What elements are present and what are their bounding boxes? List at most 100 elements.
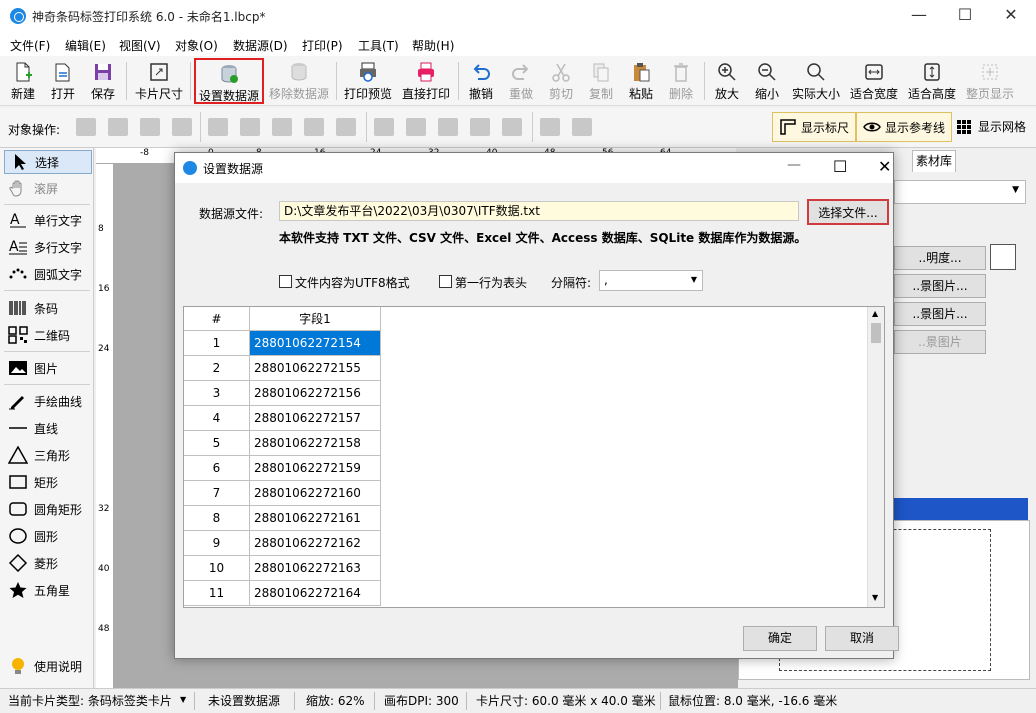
align-center-icon[interactable] xyxy=(240,118,260,136)
grid-header-field1[interactable]: 字段1 xyxy=(250,307,381,331)
align-middle-icon[interactable] xyxy=(406,118,426,136)
align-top-icon[interactable] xyxy=(374,118,394,136)
show-guides-toggle[interactable]: 显示参考线 xyxy=(856,112,953,142)
ungroup-icon[interactable] xyxy=(572,118,592,136)
menu-tools[interactable]: 工具(T) xyxy=(358,37,399,54)
maximize-button[interactable]: ☐ xyxy=(833,157,847,176)
grid-row-index[interactable]: 1 xyxy=(184,331,250,356)
show-ruler-toggle[interactable]: 显示标尺 xyxy=(772,112,857,142)
tool-ellipse[interactable]: 圆形 xyxy=(4,524,92,548)
tool-image[interactable]: 图片 xyxy=(4,356,92,380)
file-path-field[interactable]: D:\文章发布平台\2022\03月\0307\ITF数据.txt xyxy=(279,201,799,221)
tool-arc-text[interactable]: 圆弧文字 xyxy=(4,262,92,286)
maximize-button[interactable]: ☐ xyxy=(942,0,988,32)
space-v-icon[interactable] xyxy=(502,118,522,136)
grid-cell-field1[interactable]: 28801062272164 xyxy=(250,581,381,606)
show-grid-toggle[interactable]: 显示网格 xyxy=(956,118,1026,135)
grid-cell-field1[interactable]: 28801062272155 xyxy=(250,356,381,381)
grid-row-index[interactable]: 9 xyxy=(184,531,250,556)
close-button[interactable]: ✕ xyxy=(988,0,1034,32)
tool-qrcode[interactable]: 二维码 xyxy=(4,323,92,347)
separator-select[interactable]: , ▼ xyxy=(599,270,703,291)
layer-down-icon[interactable] xyxy=(172,118,192,136)
send-back-icon[interactable] xyxy=(108,118,128,136)
redo-button[interactable]: 重做 xyxy=(506,58,536,104)
status-card-type[interactable]: 当前卡片类型: 条码标签类卡片 xyxy=(8,692,172,709)
grid-cell-field1[interactable]: 28801062272159 xyxy=(250,456,381,481)
grid-cell-field1[interactable]: 28801062272157 xyxy=(250,406,381,431)
tool-select[interactable]: 选择 xyxy=(4,150,92,174)
grid-row-index[interactable]: 8 xyxy=(184,506,250,531)
undo-button[interactable]: 撤销 xyxy=(466,58,496,104)
grid-cell-field1[interactable]: 28801062272160 xyxy=(250,481,381,506)
grid-row-index[interactable]: 7 xyxy=(184,481,250,506)
menu-file[interactable]: 文件(F) xyxy=(10,37,50,54)
utf8-checkbox[interactable] xyxy=(279,275,292,288)
bring-front-icon[interactable] xyxy=(76,118,96,136)
grid-cell-field1[interactable]: 28801062272156 xyxy=(250,381,381,406)
choose-file-button[interactable]: 选择文件... xyxy=(807,199,889,225)
property-select[interactable]: ▼ xyxy=(894,180,1026,204)
bg-image-button-1[interactable]: ..景图片... xyxy=(894,274,986,298)
actual-size-button[interactable]: 实际大小 xyxy=(790,58,842,104)
tool-single-text[interactable]: A 单行文字 xyxy=(4,208,92,232)
save-button[interactable]: 保存 xyxy=(86,58,120,104)
scroll-up-icon[interactable]: ▲ xyxy=(872,309,878,318)
tool-barcode[interactable]: 条码 xyxy=(4,296,92,320)
minimize-button[interactable]: — xyxy=(896,0,942,32)
tool-multi-text[interactable]: A 多行文字 xyxy=(4,235,92,259)
delete-button[interactable]: 删除 xyxy=(666,58,696,104)
tool-scroll[interactable]: 滚屏 xyxy=(4,176,92,200)
open-button[interactable]: 打开 xyxy=(46,58,80,104)
scroll-down-icon[interactable]: ▼ xyxy=(872,593,878,602)
zoom-out-button[interactable]: 缩小 xyxy=(752,58,782,104)
menu-view[interactable]: 视图(V) xyxy=(119,37,161,54)
grid-scrollbar[interactable]: ▲ ▼ xyxy=(867,307,884,607)
copy-button[interactable]: 复制 xyxy=(586,58,616,104)
menu-help[interactable]: 帮助(H) xyxy=(412,37,454,54)
ok-button[interactable]: 确定 xyxy=(743,626,817,651)
new-button[interactable]: 新建 xyxy=(6,58,40,104)
grid-cell-field1[interactable]: 28801062272154 xyxy=(250,331,381,356)
tool-rect[interactable]: 矩形 xyxy=(4,470,92,494)
tool-line[interactable]: 直线 xyxy=(4,416,92,440)
color-swatch[interactable] xyxy=(990,244,1016,270)
set-datasource-button[interactable]: 设置数据源 xyxy=(194,58,264,104)
header-checkbox[interactable] xyxy=(439,275,452,288)
page-display-button[interactable]: 整页显示 xyxy=(964,58,1016,104)
cancel-button[interactable]: 取消 xyxy=(825,626,899,651)
zoom-in-button[interactable]: 放大 xyxy=(712,58,742,104)
align-bottom-icon[interactable] xyxy=(438,118,458,136)
tab-material-library[interactable]: 素材库 xyxy=(912,150,956,172)
grid-cell-field1[interactable]: 28801062272163 xyxy=(250,556,381,581)
menu-edit[interactable]: 编辑(E) xyxy=(65,37,106,54)
distribute-v-icon[interactable] xyxy=(470,118,490,136)
menu-print[interactable]: 打印(P) xyxy=(302,37,343,54)
fit-width-button[interactable]: 适合宽度 xyxy=(848,58,900,104)
chevron-down-icon[interactable]: ▼ xyxy=(180,695,186,704)
menu-datasource[interactable]: 数据源(D) xyxy=(233,37,288,54)
direct-print-button[interactable]: 直接打印 xyxy=(400,58,452,104)
layer-up-icon[interactable] xyxy=(140,118,160,136)
bg-image-button-3[interactable]: ..景图片 xyxy=(894,330,986,354)
tool-freehand[interactable]: 手绘曲线 xyxy=(4,389,92,413)
paste-button[interactable]: 粘贴 xyxy=(626,58,656,104)
align-right-icon[interactable] xyxy=(272,118,292,136)
space-h-icon[interactable] xyxy=(336,118,356,136)
distribute-h-icon[interactable] xyxy=(304,118,324,136)
grid-row-index[interactable]: 5 xyxy=(184,431,250,456)
menu-object[interactable]: 对象(O) xyxy=(175,37,218,54)
grid-cell-field1[interactable]: 28801062272161 xyxy=(250,506,381,531)
tool-round-rect[interactable]: 圆角矩形 xyxy=(4,497,92,521)
bg-image-button-2[interactable]: ..景图片... xyxy=(894,302,986,326)
grid-row-index[interactable]: 11 xyxy=(184,581,250,606)
grid-row-index[interactable]: 2 xyxy=(184,356,250,381)
transparency-button[interactable]: ..明度... xyxy=(894,246,986,270)
align-left-icon[interactable] xyxy=(208,118,228,136)
group-icon[interactable] xyxy=(540,118,560,136)
cut-button[interactable]: 剪切 xyxy=(546,58,576,104)
grid-cell-field1[interactable]: 28801062272162 xyxy=(250,531,381,556)
minimize-button[interactable]: — xyxy=(787,157,801,173)
grid-cell-field1[interactable]: 28801062272158 xyxy=(250,431,381,456)
grid-row-index[interactable]: 6 xyxy=(184,456,250,481)
